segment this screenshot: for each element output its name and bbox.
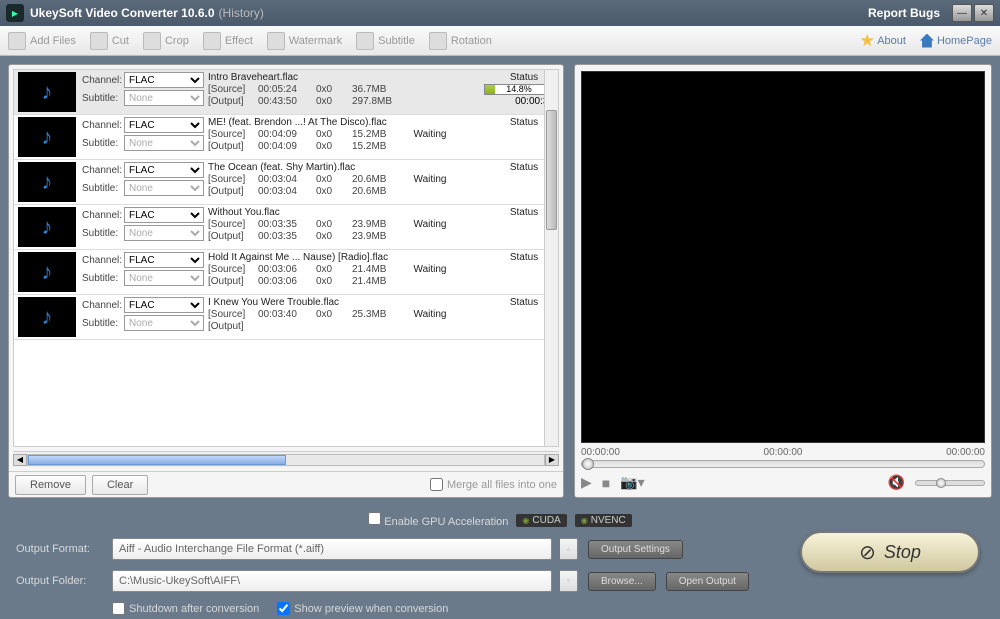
file-item[interactable]: Channel:FLAC Subtitle:None I Knew You We…	[14, 295, 558, 340]
cut-icon	[90, 32, 108, 50]
preview-panel: 00:00:00 00:00:00 00:00:00 ▶ ■ 📷▾ 🔇	[574, 64, 992, 498]
preview-checkbox[interactable]: Show preview when conversion	[277, 602, 448, 615]
status-value: Waiting	[400, 129, 460, 140]
clear-button[interactable]: Clear	[92, 475, 148, 495]
time-end: 00:00:00	[946, 447, 985, 458]
stop-playback-button[interactable]: ■	[602, 475, 610, 491]
toolbar: Add Files Cut Crop Effect Watermark Subt…	[0, 26, 1000, 56]
effect-icon	[203, 32, 221, 50]
file-item[interactable]: Channel:FLAC Subtitle:None Without You.f…	[14, 205, 558, 250]
channel-select[interactable]: FLAC	[124, 297, 204, 313]
output-format-field[interactable]: Aiff - Audio Interchange File Format (*.…	[112, 538, 552, 560]
music-thumbnail-icon	[18, 162, 76, 202]
horizontal-scrollbar[interactable]: ◀ ▶	[13, 451, 559, 467]
history-link[interactable]: (History)	[219, 6, 264, 20]
add-files-icon	[8, 32, 26, 50]
volume-slider[interactable]	[915, 480, 985, 486]
file-item[interactable]: Channel:FLAC Subtitle:None The Ocean (fe…	[14, 160, 558, 205]
output-folder-field[interactable]: C:\Music-UkeySoft\AIFF\	[112, 570, 552, 592]
status-value: Waiting	[400, 219, 460, 230]
file-name: Without You.flac	[208, 207, 494, 218]
merge-checkbox[interactable]: Merge all files into one	[430, 478, 557, 491]
subtitle-select[interactable]: None	[124, 270, 204, 286]
vertical-scrollbar[interactable]	[544, 70, 558, 446]
homepage-link[interactable]: HomePage	[920, 34, 992, 48]
app-logo-icon	[6, 4, 24, 22]
crop-button[interactable]: Crop	[143, 32, 189, 50]
channel-select[interactable]: FLAC	[124, 117, 204, 133]
music-thumbnail-icon	[18, 117, 76, 157]
shutdown-checkbox[interactable]: Shutdown after conversion	[112, 602, 259, 615]
channel-select[interactable]: FLAC	[124, 252, 204, 268]
file-name: I Knew You Were Trouble.flac	[208, 297, 494, 308]
scroll-right-arrow[interactable]: ▶	[545, 454, 559, 466]
output-format-label: Output Format:	[16, 543, 102, 555]
time-start: 00:00:00	[581, 447, 620, 458]
file-name: ME! (feat. Brendon ...! At The Disco).fl…	[208, 117, 494, 128]
titlebar: UkeySoft Video Converter 10.6.0 (History…	[0, 0, 1000, 26]
file-name: Hold It Against Me ... Nause) [Radio].fl…	[208, 252, 494, 263]
open-output-button[interactable]: Open Output	[666, 572, 749, 591]
channel-select[interactable]: FLAC	[124, 207, 204, 223]
rotation-icon	[429, 32, 447, 50]
subtitle-select[interactable]: None	[124, 225, 204, 241]
file-list-panel: Channel:FLAC Subtitle:None Intro Bravehe…	[8, 64, 564, 498]
remove-button[interactable]: Remove	[15, 475, 86, 495]
close-button[interactable]: ✕	[974, 4, 994, 22]
video-preview	[581, 71, 985, 443]
status-value: Waiting	[400, 174, 460, 185]
add-files-button[interactable]: Add Files	[8, 32, 76, 50]
music-thumbnail-icon	[18, 252, 76, 292]
home-icon	[920, 34, 934, 48]
about-link[interactable]: About	[860, 34, 906, 48]
subtitle-select[interactable]: None	[124, 315, 204, 331]
subtitle-select[interactable]: None	[124, 180, 204, 196]
subtitle-select[interactable]: None	[124, 90, 204, 106]
cut-button[interactable]: Cut	[90, 32, 129, 50]
play-button[interactable]: ▶	[581, 474, 592, 491]
channel-select[interactable]: FLAC	[124, 162, 204, 178]
music-thumbnail-icon	[18, 72, 76, 112]
file-name: The Ocean (feat. Shy Martin).flac	[208, 162, 494, 173]
time-mid: 00:00:00	[764, 447, 803, 458]
star-icon	[860, 34, 874, 48]
music-thumbnail-icon	[18, 207, 76, 247]
output-folder-label: Output Folder:	[16, 575, 102, 587]
channel-select[interactable]: FLAC	[124, 72, 204, 88]
volume-icon[interactable]: 🔇	[888, 474, 905, 491]
file-list: Channel:FLAC Subtitle:None Intro Bravehe…	[13, 69, 559, 447]
crop-icon	[143, 32, 161, 50]
snapshot-button[interactable]: 📷▾	[620, 474, 644, 491]
report-bugs-link[interactable]: Report Bugs	[868, 6, 940, 20]
nvenc-badge: NVENC	[575, 514, 632, 527]
file-item[interactable]: Channel:FLAC Subtitle:None Hold It Again…	[14, 250, 558, 295]
status-value: Waiting	[400, 264, 460, 275]
subtitle-button[interactable]: Subtitle	[356, 32, 415, 50]
seek-slider[interactable]	[581, 460, 985, 468]
folder-dropdown-button[interactable]: ▾	[560, 570, 578, 592]
file-name: Intro Braveheart.flac	[208, 72, 494, 83]
subtitle-select[interactable]: None	[124, 135, 204, 151]
app-title: UkeySoft Video Converter 10.6.0	[30, 6, 215, 20]
output-settings-button[interactable]: Output Settings	[588, 540, 683, 559]
gpu-checkbox[interactable]: Enable GPU Acceleration	[368, 512, 508, 528]
effect-button[interactable]: Effect	[203, 32, 253, 50]
cuda-badge: CUDA	[516, 514, 566, 527]
file-item[interactable]: Channel:FLAC Subtitle:None ME! (feat. Br…	[14, 115, 558, 160]
rotation-button[interactable]: Rotation	[429, 32, 492, 50]
file-item[interactable]: Channel:FLAC Subtitle:None Intro Bravehe…	[14, 70, 558, 115]
music-thumbnail-icon	[18, 297, 76, 337]
scroll-left-arrow[interactable]: ◀	[13, 454, 27, 466]
minimize-button[interactable]: —	[952, 4, 972, 22]
stop-button[interactable]: Stop	[800, 531, 980, 573]
browse-button[interactable]: Browse...	[588, 572, 656, 591]
status-value: Waiting	[400, 309, 460, 320]
format-dropdown-button[interactable]: ▴	[560, 538, 578, 560]
watermark-button[interactable]: Watermark	[267, 32, 342, 50]
subtitle-icon	[356, 32, 374, 50]
watermark-icon	[267, 32, 285, 50]
